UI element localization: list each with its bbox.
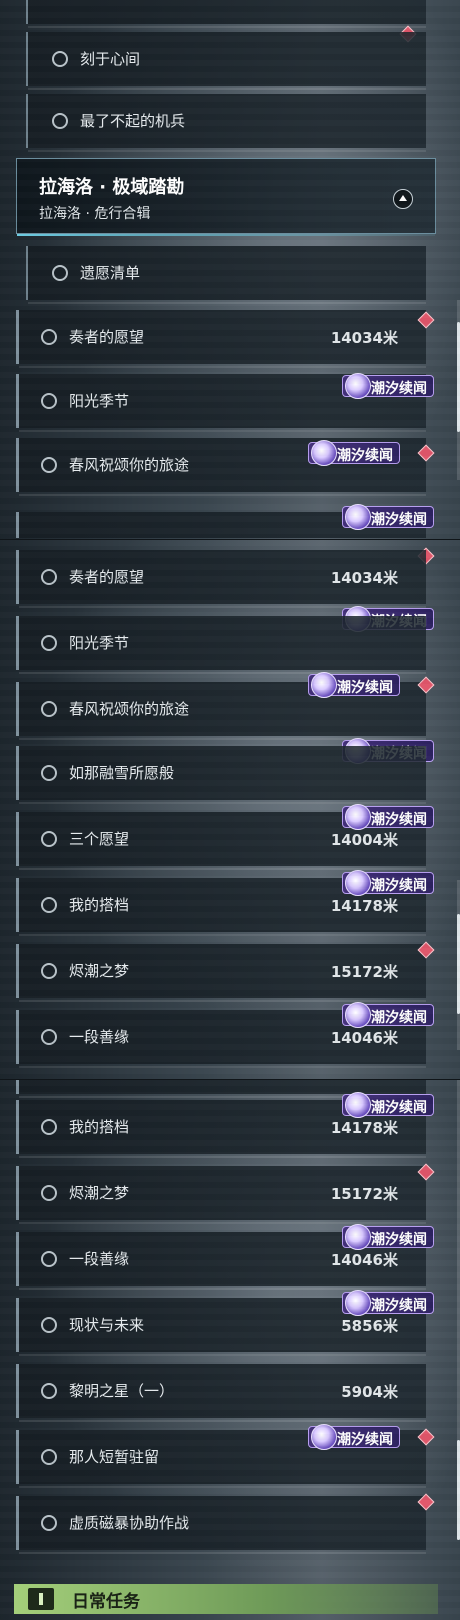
- quest-label: 那人短暂驻留: [69, 1448, 160, 1466]
- quest-distance: 14178米: [330, 897, 398, 915]
- quest-label: 阳光季节: [69, 392, 130, 410]
- quest-distance: 5856米: [341, 1317, 398, 1335]
- radio-icon: [41, 831, 57, 847]
- tide-story-badge: 潮汐续闻: [342, 1224, 434, 1250]
- quest-label: 现状与未来: [69, 1316, 145, 1334]
- quest-list-panel-1: 刻于心间 最了不起的机兵 拉海洛 · 极域踏勘 拉海洛 · 危行合辑 遗愿清单 …: [0, 0, 460, 540]
- quest-label: 刻于心间: [80, 50, 141, 68]
- tide-story-icon: [311, 440, 337, 466]
- radio-icon: [41, 569, 57, 585]
- tide-story-icon: [345, 1224, 371, 1250]
- radio-icon: [41, 393, 57, 409]
- quest-item[interactable]: 如那融雪所愿般: [16, 746, 426, 804]
- quest-label: 烬潮之梦: [69, 962, 130, 980]
- quest-label: 黎明之星（一）: [69, 1382, 175, 1400]
- quest-distance: 14034米: [330, 329, 398, 347]
- quest-item[interactable]: 阳光季节: [16, 616, 426, 674]
- radio-icon: [52, 113, 68, 129]
- quest-item[interactable]: 虚质磁暴协助作战: [16, 1496, 426, 1554]
- radio-icon: [41, 1515, 57, 1531]
- tide-story-badge: 潮汐续闻: [342, 1002, 434, 1028]
- radio-icon: [52, 265, 68, 281]
- quest-distance: 14046米: [330, 1251, 398, 1269]
- radio-icon: [41, 1251, 57, 1267]
- radio-icon: [41, 457, 57, 473]
- quest-label: 三个愿望: [69, 830, 130, 848]
- radio-icon: [41, 1029, 57, 1045]
- section-subtitle: 拉海洛 · 危行合辑: [39, 206, 151, 222]
- quest-item[interactable]: 黎明之星（一） 5904米: [16, 1364, 426, 1422]
- quest-label: 最了不起的机兵: [80, 112, 186, 130]
- daily-quest-header[interactable]: 日常任务: [14, 1584, 438, 1614]
- quest-item[interactable]: 奏者的愿望 14034米: [16, 310, 426, 368]
- tide-story-icon: [345, 1290, 371, 1316]
- tide-story-icon: [345, 804, 371, 830]
- quest-item-partial[interactable]: [16, 1080, 426, 1098]
- tide-story-badge: 潮汐续闻: [342, 804, 434, 830]
- radio-icon: [41, 765, 57, 781]
- quest-distance: 14004米: [330, 831, 398, 849]
- tide-story-icon: [345, 870, 371, 896]
- quest-distance: 14034米: [330, 569, 398, 587]
- tide-story-icon: [345, 1092, 371, 1118]
- quest-distance: 5904米: [341, 1383, 398, 1401]
- daily-quest-title: 日常任务: [72, 1592, 140, 1612]
- quest-distance: 14178米: [330, 1119, 398, 1137]
- quest-item[interactable]: 烬潮之梦 15172米: [16, 1166, 426, 1224]
- radio-icon: [41, 701, 57, 717]
- quest-label: 奏者的愿望: [69, 568, 145, 586]
- quest-book-icon: [28, 1588, 54, 1610]
- tide-story-badge: 潮汐续闻: [308, 672, 400, 698]
- quest-item[interactable]: 烬潮之梦 15172米: [16, 944, 426, 1002]
- quest-label: 春风祝颂你的旅途: [69, 456, 190, 474]
- radio-icon: [41, 1119, 57, 1135]
- tide-story-icon: [345, 1002, 371, 1028]
- quest-item-partial[interactable]: [26, 0, 426, 28]
- quest-label: 春风祝颂你的旅途: [69, 700, 190, 718]
- quest-label: 我的搭档: [69, 896, 130, 914]
- tide-story-badge: 潮汐续闻: [308, 1424, 400, 1450]
- quest-label: 遗愿清单: [80, 264, 141, 282]
- quest-label: 一段善缘: [69, 1250, 130, 1268]
- radio-icon: [41, 963, 57, 979]
- radio-icon: [41, 897, 57, 913]
- quest-item[interactable]: 奏者的愿望 14034米: [16, 550, 426, 608]
- quest-label: 奏者的愿望: [69, 328, 145, 346]
- quest-label: 一段善缘: [69, 1028, 130, 1046]
- quest-distance: 15172米: [330, 1185, 398, 1203]
- tide-story-icon: [345, 373, 371, 399]
- quest-label: 阳光季节: [69, 634, 130, 652]
- tide-story-badge: 潮汐续闻: [342, 1092, 434, 1118]
- quest-label: 如那融雪所愿般: [69, 764, 175, 782]
- quest-distance: 14046米: [330, 1029, 398, 1047]
- quest-item[interactable]: 遗愿清单: [26, 246, 426, 304]
- radio-icon: [41, 1383, 57, 1399]
- region-section-header[interactable]: 拉海洛 · 极域踏勘 拉海洛 · 危行合辑: [16, 158, 436, 236]
- quest-item[interactable]: 刻于心间: [26, 32, 426, 90]
- tide-story-badge: 潮汐续闻: [308, 440, 400, 466]
- quest-label: 虚质磁暴协助作战: [69, 1514, 190, 1532]
- chevron-up-icon[interactable]: [393, 189, 413, 209]
- radio-icon: [41, 1449, 57, 1465]
- radio-icon: [41, 635, 57, 651]
- section-title: 拉海洛 · 极域踏勘: [39, 177, 185, 198]
- quest-list-panel-3: 我的搭档 14178米 潮汐续闻 烬潮之梦 15172米 一段善缘 14046米…: [0, 1080, 460, 1620]
- tide-story-badge: 潮汐续闻: [342, 870, 434, 896]
- tide-story-icon: [345, 504, 371, 530]
- radio-icon: [41, 1317, 57, 1333]
- quest-distance: 15172米: [330, 963, 398, 981]
- quest-label: 烬潮之梦: [69, 1184, 130, 1202]
- tide-story-badge: 潮汐续闻: [342, 504, 434, 530]
- radio-icon: [41, 1185, 57, 1201]
- quest-item[interactable]: 最了不起的机兵: [26, 94, 426, 152]
- quest-label: 我的搭档: [69, 1118, 130, 1136]
- radio-icon: [41, 329, 57, 345]
- tide-story-icon: [311, 672, 337, 698]
- tide-story-icon: [311, 1424, 337, 1450]
- radio-icon: [52, 51, 68, 67]
- tide-story-badge: 潮汐续闻: [342, 1290, 434, 1316]
- quest-list-panel-2: 奏者的愿望 14034米 潮汐续闻 阳光季节 春风祝颂你的旅途 潮汐续闻 潮汐续…: [0, 540, 460, 1080]
- tide-story-badge: 潮汐续闻: [342, 373, 434, 399]
